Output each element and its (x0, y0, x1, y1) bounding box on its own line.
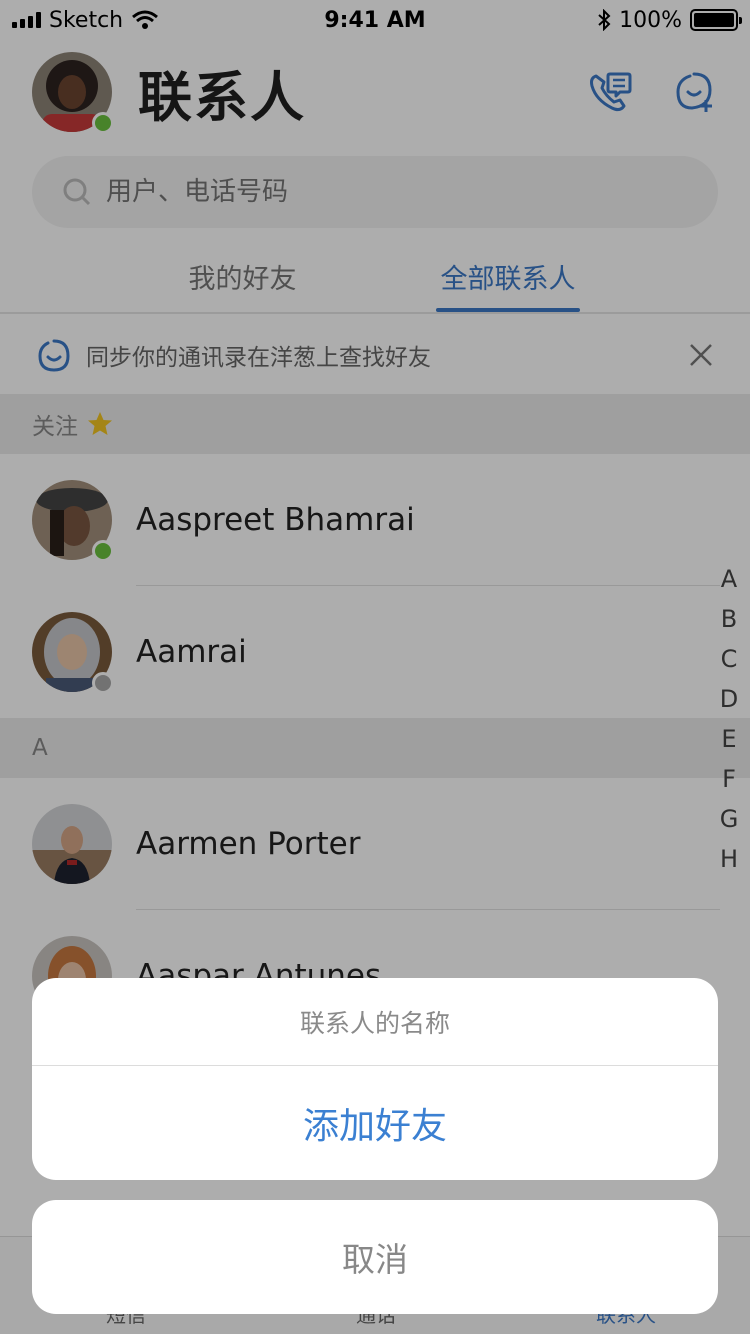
action-sheet-cancel-group: 取消 (32, 1200, 718, 1314)
action-sheet: 联系人的名称 添加好友 (32, 978, 718, 1180)
action-sheet-title: 联系人的名称 (32, 978, 718, 1066)
cancel-button[interactable]: 取消 (32, 1200, 718, 1314)
add-friend-button[interactable]: 添加好友 (32, 1066, 718, 1180)
